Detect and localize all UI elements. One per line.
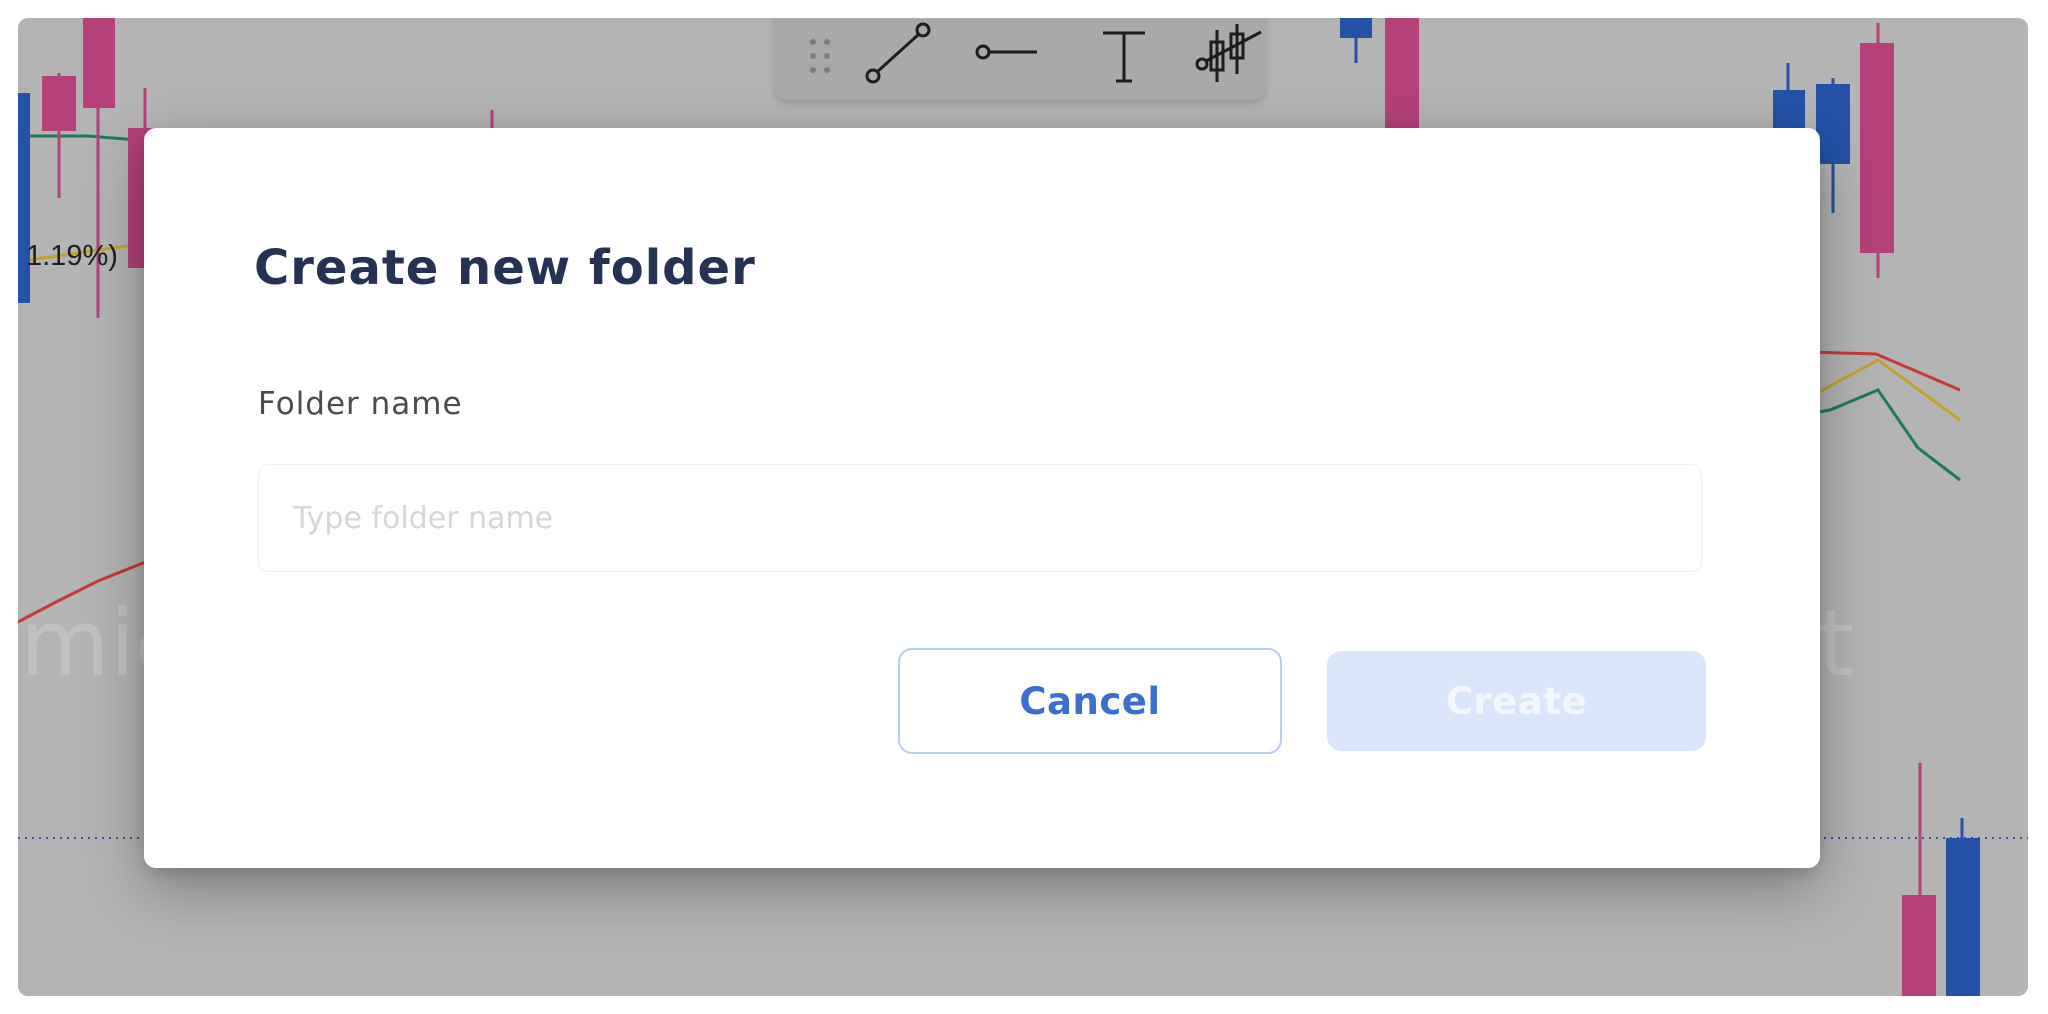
create-folder-dialog: Create new folder Folder name Cancel Cre… xyxy=(144,128,1820,868)
percent-change-label: 1.19%) xyxy=(26,240,118,272)
folder-name-label: Folder name xyxy=(258,386,463,422)
horizontal-ray-icon[interactable] xyxy=(975,40,1039,64)
dialog-title: Create new folder xyxy=(254,240,756,296)
watermark-text-right: t xyxy=(1818,590,1855,697)
candle xyxy=(1340,18,1372,38)
candle xyxy=(1860,43,1894,253)
candle xyxy=(1946,838,1980,996)
create-button[interactable]: Create xyxy=(1327,651,1706,751)
ma-line-green-left xyxy=(18,134,147,148)
drag-handle-icon[interactable] xyxy=(807,36,833,76)
candlestick-pattern-icon[interactable] xyxy=(1195,24,1265,84)
candle xyxy=(42,76,76,131)
drawing-toolbar xyxy=(775,18,1265,100)
folder-name-input[interactable] xyxy=(258,464,1702,572)
candle xyxy=(1385,18,1419,130)
cancel-button[interactable]: Cancel xyxy=(898,648,1282,754)
candle xyxy=(1816,84,1850,164)
candle xyxy=(1902,895,1936,996)
candle xyxy=(83,18,115,108)
text-tool-icon[interactable] xyxy=(1101,30,1147,84)
trend-line-icon[interactable] xyxy=(863,20,933,86)
